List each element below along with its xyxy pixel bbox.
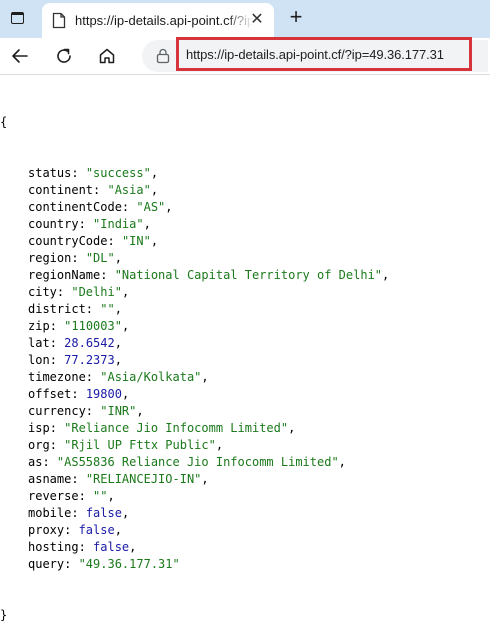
address-bar[interactable]: https://ip-details.api-point.cf/?ip=49.3… [142,37,488,72]
json-field-regionname: regionName: "National Capital Territory … [28,268,390,282]
json-field-country: country: "India", [28,217,151,231]
json-key: continent [28,183,94,197]
json-value: "Rjil UP Fttx Public" [64,438,216,452]
json-key: continentCode [28,200,122,214]
json-field-query: query: "49.36.177.31" [28,557,180,571]
json-value: "" [93,489,108,503]
json-key: isp [28,421,50,435]
json-value: "India" [93,217,144,231]
json-field-offset: offset: 19800, [28,387,130,401]
toolbar-divider [0,74,490,75]
toolbar: https://ip-details.api-point.cf/?ip=49.3… [0,37,490,74]
json-value: "Asia/Kolkata" [100,370,202,384]
json-key: offset [28,387,72,401]
json-field-zip: zip: "110003", [28,319,130,333]
json-key: city [28,285,57,299]
json-key: regionName [28,268,101,282]
json-value: "INR" [100,404,137,418]
json-value: "success" [85,166,151,180]
page-icon [52,12,66,29]
json-field-isp: isp: "Reliance Jio Infocomm Limited", [28,421,296,435]
json-value: "Delhi" [71,285,122,299]
new-tab-icon[interactable]: + [285,6,307,29]
json-key: timezone [28,370,86,384]
json-value: "Asia" [107,183,151,197]
json-value: false [85,506,122,520]
json-key: asname [28,472,72,486]
json-value: 28.6542 [64,336,115,350]
json-key: country [28,217,79,231]
json-field-region: region: "DL", [28,251,122,265]
json-field-as: as: "AS55836 Reliance Jio Infocomm Limit… [28,455,346,469]
active-tab[interactable]: https://ip-details.api-point.cf/?ip=49.3… [42,3,274,38]
json-value: "49.36.177.31" [78,557,180,571]
tab-title: https://ip-details.api-point.cf/?ip=49.3… [75,13,253,28]
json-value: 77.2373 [64,353,115,367]
back-icon[interactable] [6,42,34,70]
json-field-continentcode: continentCode: "AS", [28,200,173,214]
json-key: lat [28,336,50,350]
json-field-currency: currency: "INR", [28,404,144,418]
json-field-mobile: mobile: false, [28,506,130,520]
json-key: district [28,302,86,316]
tab-actions-menu-icon[interactable] [6,7,28,29]
json-key: as [28,455,43,469]
json-field-status: status: "success", [28,166,159,180]
json-key: query [28,557,65,571]
json-key: proxy [28,523,65,537]
url-text[interactable]: https://ip-details.api-point.cf/?ip=49.3… [186,47,444,62]
json-field-org: org: "Rjil UP Fttx Public", [28,438,224,452]
json-field-countrycode: countryCode: "IN", [28,234,159,248]
json-value: "National Capital Territory of Delhi" [114,268,383,282]
json-value: "DL" [85,251,115,265]
json-field-reverse: reverse: "", [28,489,115,503]
json-field-lon: lon: 77.2373, [28,353,122,367]
json-value: false [78,523,115,537]
json-field-district: district: "", [28,302,122,316]
home-icon[interactable] [93,42,121,70]
json-value: "Reliance Jio Infocomm Limited" [64,421,289,435]
json-key: currency [28,404,86,418]
json-field-asname: asname: "RELIANCEJIO-IN", [28,472,209,486]
json-key: zip [28,319,50,333]
json-key: status [28,166,72,180]
json-value: "RELIANCEJIO-IN" [85,472,202,486]
json-value: "AS55836 Reliance Jio Infocomm Limited" [56,455,339,469]
json-response: { status: "success", continent: "Asia", co… [0,80,490,641]
url-highlight-box: https://ip-details.api-point.cf/?ip=49.3… [176,37,472,71]
json-key: mobile [28,506,72,520]
json-key: org [28,438,50,452]
json-field-proxy: proxy: false, [28,523,122,537]
json-close-brace: } [0,608,8,622]
json-key: countryCode [28,234,108,248]
json-field-hosting: hosting: false, [28,540,137,554]
json-value: 19800 [85,387,122,401]
tab-strip: https://ip-details.api-point.cf/?ip=49.3… [0,0,490,38]
json-key: hosting [28,540,79,554]
json-field-city: city: "Delhi", [28,285,130,299]
json-field-continent: continent: "Asia", [28,183,159,197]
json-key: region [28,251,72,265]
json-open-brace: { [0,115,8,129]
json-field-timezone: timezone: "Asia/Kolkata", [28,370,209,384]
json-value: "" [100,302,115,316]
json-key: lon [28,353,50,367]
tab-close-icon[interactable]: ✕ [248,11,266,29]
json-value: "AS" [136,200,166,214]
json-key: reverse [28,489,79,503]
lock-icon[interactable] [156,48,170,64]
refresh-icon[interactable] [50,42,78,70]
json-field-lat: lat: 28.6542, [28,336,122,350]
json-value: "IN" [121,234,151,248]
json-value: false [93,540,130,554]
json-value: "110003" [64,319,122,333]
